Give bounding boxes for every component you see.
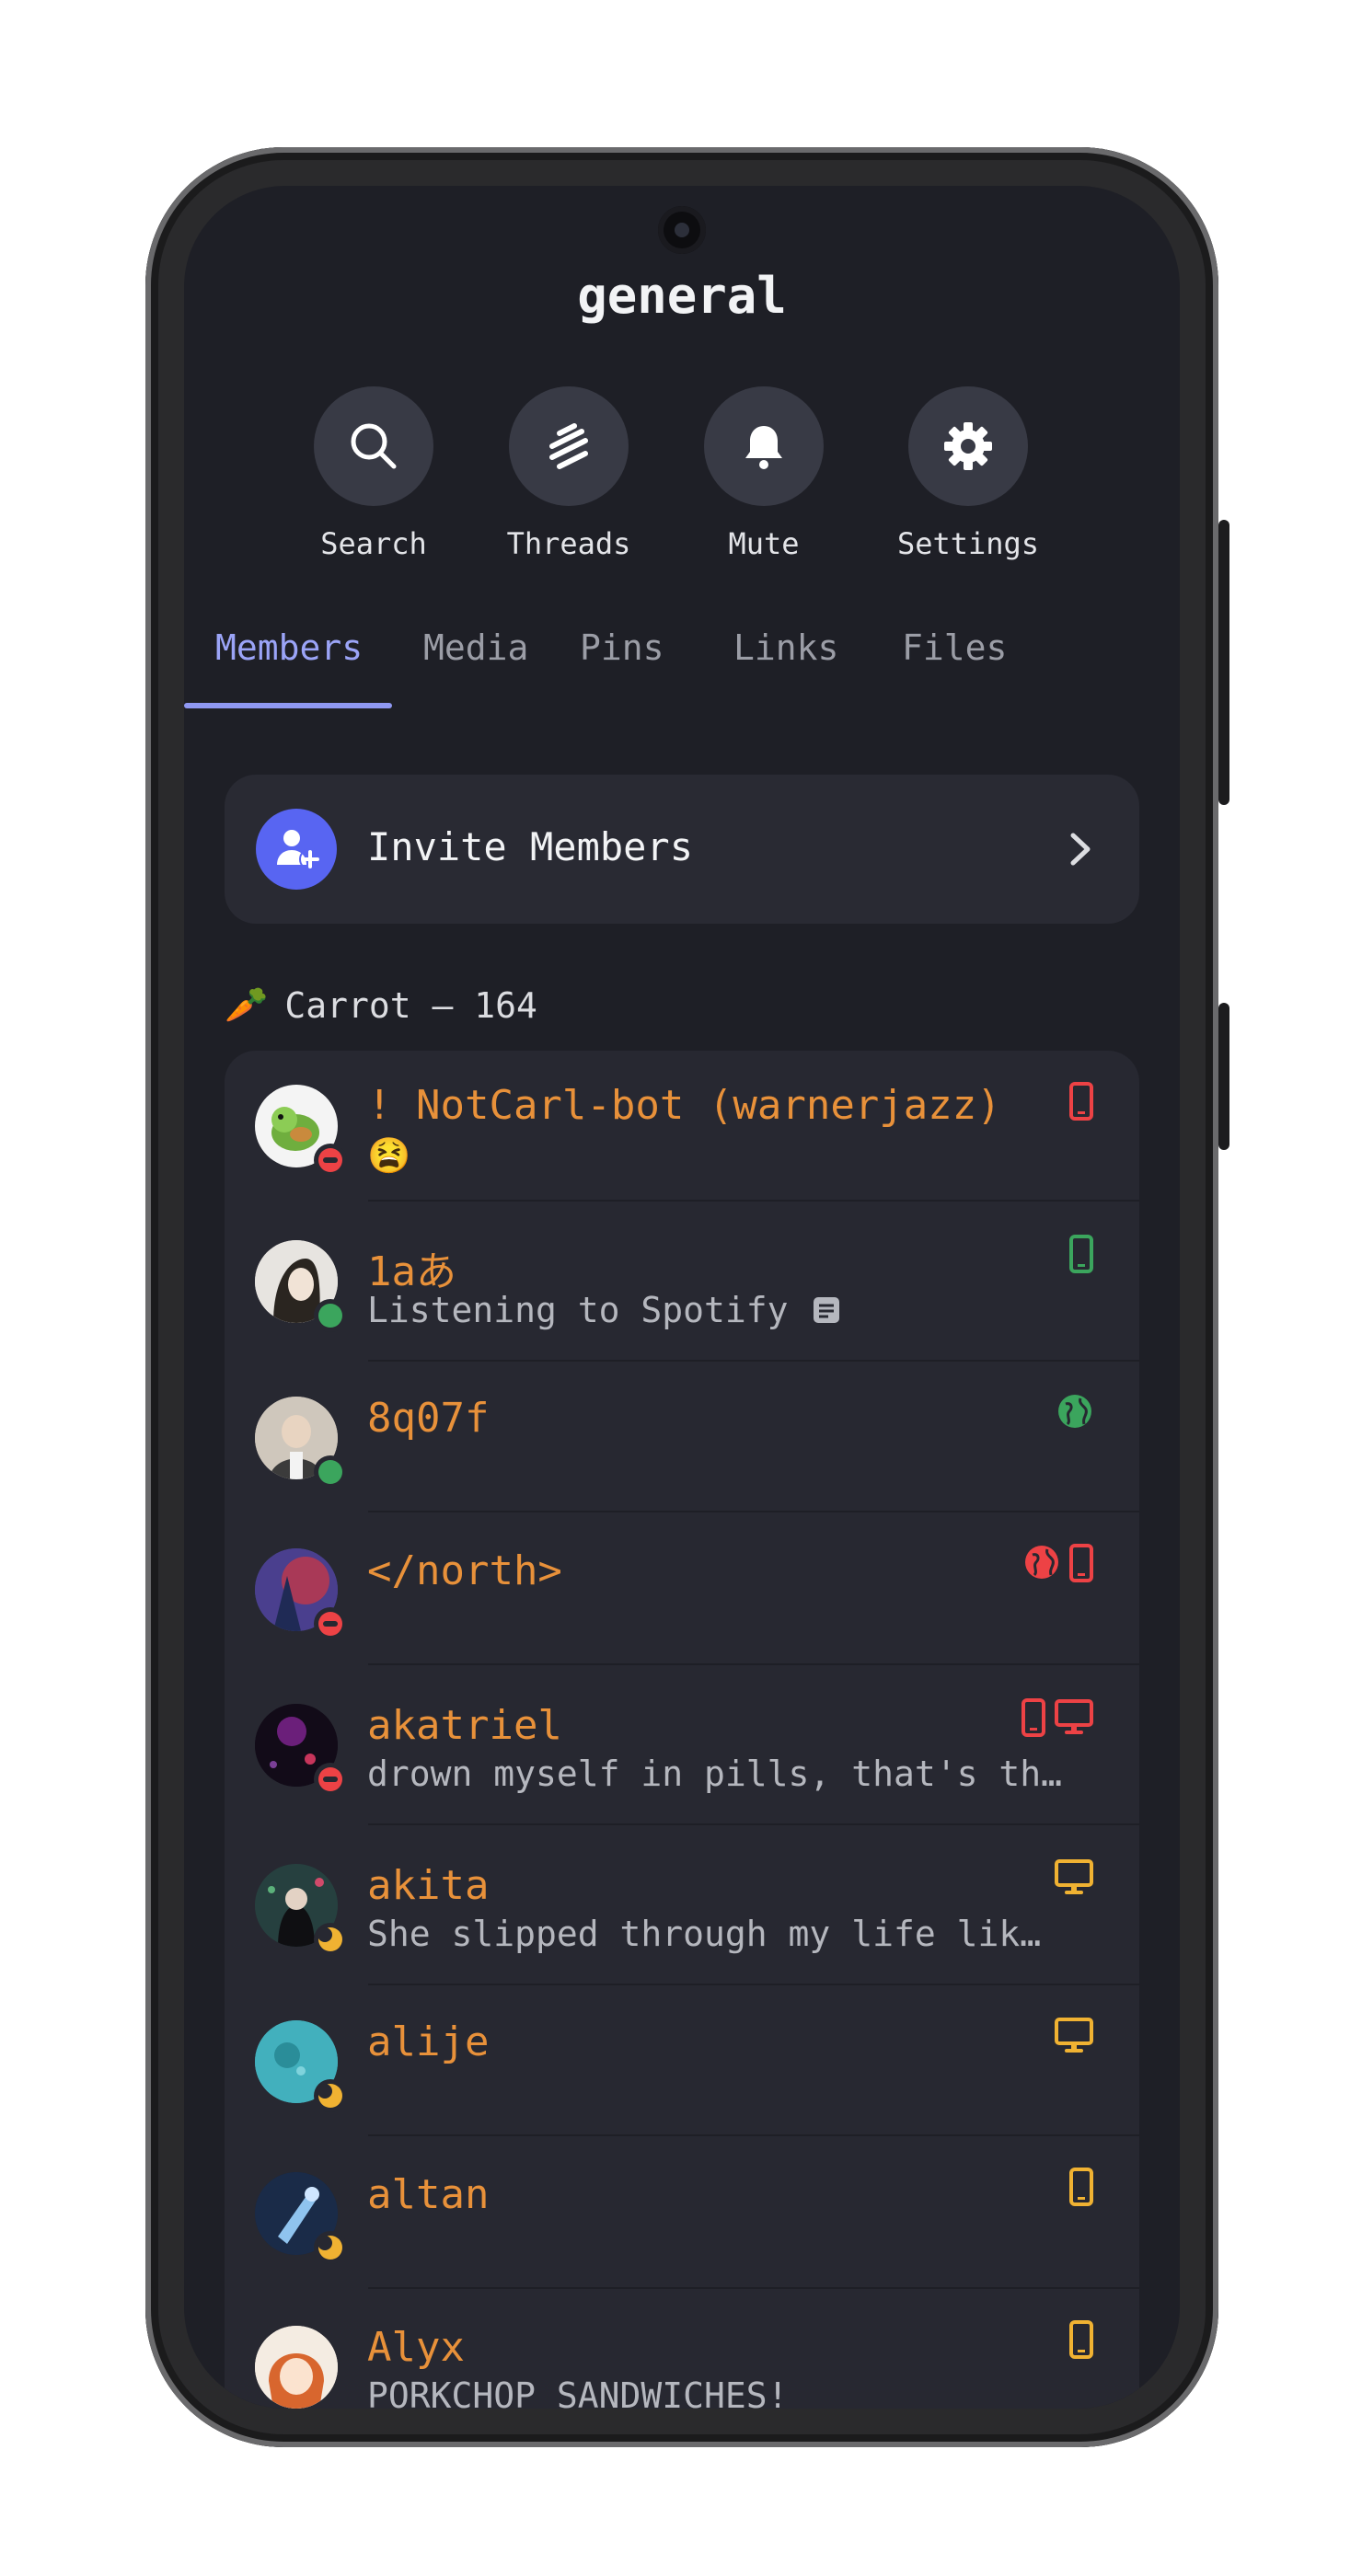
mute-label: Mute bbox=[728, 526, 800, 561]
mobile-icon bbox=[1069, 2168, 1093, 2206]
mobile-icon bbox=[1022, 1698, 1045, 1737]
member-list: ! NotCarl-bot (warnerjazz) 😫 1aあ Listeni… bbox=[225, 1051, 1139, 2409]
mobile-icon bbox=[1069, 1544, 1093, 1582]
threads-button[interactable]: Threads bbox=[477, 386, 661, 561]
status-online-icon bbox=[314, 1455, 347, 1489]
member-group-label: Carrot — 164 bbox=[284, 984, 537, 1026]
member-custom-status: She slipped through my life lik… bbox=[367, 1914, 1042, 1954]
settings-label: Settings bbox=[896, 526, 1040, 561]
member-row[interactable]: alije bbox=[225, 1985, 1139, 2136]
mobile-icon bbox=[1069, 2320, 1093, 2359]
tab-members[interactable]: Members bbox=[215, 627, 363, 668]
globe-icon bbox=[1058, 1395, 1091, 1428]
threads-label: Threads bbox=[506, 526, 631, 561]
mobile-icon bbox=[1069, 1235, 1093, 1273]
tab-files[interactable]: Files bbox=[902, 627, 1007, 668]
search-button[interactable]: Search bbox=[282, 386, 466, 561]
carrot-emoji: 🥕 bbox=[225, 984, 269, 1025]
desktop-icon bbox=[1055, 1699, 1093, 1734]
phone-frame: general Search Threads Mute Settings Mem… bbox=[145, 147, 1229, 2447]
search-label: Search bbox=[320, 526, 427, 561]
power-button bbox=[1218, 1003, 1229, 1150]
globe-icon bbox=[1025, 1546, 1058, 1579]
member-name: akatriel bbox=[367, 1702, 562, 1749]
member-custom-status: PORKCHOP SANDWICHES! bbox=[367, 2375, 789, 2409]
member-group-header: 🥕 Carrot — 164 bbox=[225, 984, 537, 1026]
member-row[interactable]: </north> bbox=[225, 1512, 1139, 1665]
screen: general Search Threads Mute Settings Mem… bbox=[184, 186, 1180, 2409]
avatar bbox=[255, 2326, 338, 2409]
tab-pins[interactable]: Pins bbox=[580, 627, 664, 668]
member-name: alije bbox=[367, 2018, 490, 2065]
status-dnd-icon bbox=[314, 1763, 347, 1796]
status-idle-icon bbox=[314, 2231, 347, 2264]
channel-actions: Search Threads Mute Settings bbox=[184, 386, 1180, 589]
member-custom-status: drown myself in pills, that's th… bbox=[367, 1754, 1062, 1794]
desktop-icon bbox=[1055, 1859, 1093, 1894]
member-row[interactable]: 1aあ Listening to Spotify bbox=[225, 1202, 1139, 1362]
status-idle-icon bbox=[314, 1923, 347, 1956]
member-row[interactable]: ! NotCarl-bot (warnerjazz) 😫 bbox=[225, 1051, 1139, 1202]
add-user-icon bbox=[277, 830, 321, 870]
member-row[interactable]: 8q07f bbox=[225, 1362, 1139, 1512]
member-name: altan bbox=[367, 2171, 490, 2218]
search-icon bbox=[351, 423, 397, 469]
status-dnd-icon bbox=[314, 1607, 347, 1640]
status-dnd-icon bbox=[314, 1144, 347, 1177]
channel-title: general bbox=[577, 267, 787, 325]
member-row[interactable]: altan bbox=[225, 2136, 1139, 2289]
member-row[interactable]: akita She slipped through my life lik… bbox=[225, 1825, 1139, 1985]
member-name: ! NotCarl-bot (warnerjazz) bbox=[367, 1082, 1001, 1129]
chevron-right-icon bbox=[1070, 833, 1091, 866]
member-row[interactable]: akatriel drown myself in pills, that's t… bbox=[225, 1665, 1139, 1825]
rich-presence-icon bbox=[814, 1297, 840, 1323]
bell-icon bbox=[745, 426, 782, 469]
volume-button bbox=[1218, 520, 1229, 805]
tab-bar: Members Media Pins Links Files bbox=[184, 618, 1180, 710]
invite-members-label: Invite Members bbox=[367, 824, 694, 869]
member-name: 8q07f bbox=[367, 1395, 490, 1442]
status-idle-icon bbox=[314, 2079, 347, 2112]
member-name: Alyx bbox=[367, 2324, 465, 2371]
front-camera bbox=[658, 206, 706, 254]
member-status-emoji: 😫 bbox=[367, 1135, 411, 1176]
mobile-icon bbox=[1069, 1082, 1093, 1121]
desktop-icon bbox=[1055, 2018, 1093, 2053]
status-online-icon bbox=[314, 1299, 347, 1332]
active-tab-indicator bbox=[184, 703, 392, 708]
tab-links[interactable]: Links bbox=[733, 627, 838, 668]
member-activity: Listening to Spotify bbox=[367, 1290, 840, 1330]
member-name: </north> bbox=[367, 1547, 562, 1594]
member-row[interactable]: Alyx PORKCHOP SANDWICHES! bbox=[225, 2289, 1139, 2409]
member-name: akita bbox=[367, 1862, 490, 1909]
gear-icon bbox=[944, 422, 992, 470]
threads-icon bbox=[549, 423, 588, 469]
mute-button[interactable]: Mute bbox=[672, 386, 856, 561]
settings-button[interactable]: Settings bbox=[876, 386, 1060, 561]
tab-media[interactable]: Media bbox=[423, 627, 528, 668]
invite-members-button[interactable]: Invite Members bbox=[225, 775, 1139, 924]
member-name: 1aあ bbox=[367, 1248, 456, 1295]
